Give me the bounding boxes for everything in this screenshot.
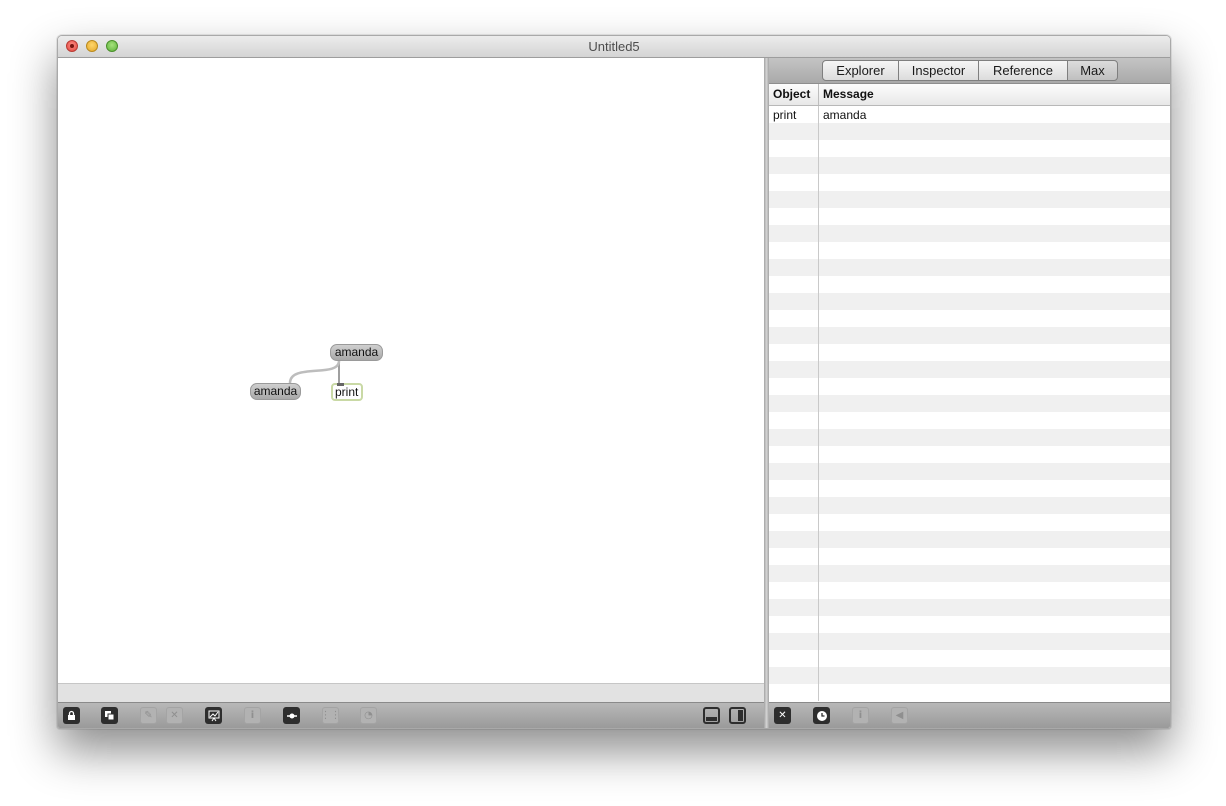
title-bar: Untitled5 — [58, 36, 1170, 58]
tab-explorer[interactable]: Explorer — [822, 60, 899, 81]
patch-cords — [288, 360, 341, 389]
paint-icon[interactable]: ✎ — [140, 707, 157, 724]
patch-cord[interactable] — [288, 360, 341, 384]
object-text: print — [335, 385, 359, 399]
console-row-message: amanda — [823, 108, 867, 122]
object-column-header[interactable]: Object — [773, 87, 810, 101]
lock-icon[interactable] — [63, 707, 80, 724]
info-icon[interactable]: i — [244, 707, 261, 724]
console-list[interactable]: print amanda — [769, 106, 1170, 701]
bottom-panel-icon[interactable] — [703, 707, 720, 724]
console-row-object: print — [773, 108, 797, 122]
clock-icon[interactable] — [813, 707, 830, 724]
window-title: Untitled5 — [588, 39, 640, 54]
sidebar: Explorer Inspector Reference Max Object … — [769, 58, 1170, 728]
grid-icon[interactable]: ⋮⋮ — [321, 707, 341, 724]
canvas-status-bar — [58, 683, 764, 703]
tab-reference[interactable]: Reference — [978, 60, 1068, 81]
patcher-window: Untitled5 amanda amanda print ✎ ✕ i ⋮⋮ ◔… — [57, 35, 1171, 729]
tab-max[interactable]: Max — [1067, 60, 1118, 81]
console-header: Object Message — [769, 84, 1170, 106]
patcher-canvas[interactable]: amanda amanda print — [58, 58, 764, 683]
chart-icon[interactable] — [205, 707, 222, 724]
presentation-icon[interactable] — [101, 707, 118, 724]
sidebar-tabs: Explorer Inspector Reference Max — [769, 58, 1170, 84]
column-divider[interactable] — [818, 84, 819, 105]
console-row[interactable]: print amanda — [769, 106, 1170, 123]
tab-inspector[interactable]: Inspector — [898, 60, 979, 81]
message-box[interactable]: amanda — [250, 383, 301, 400]
patcher-toolbar: ✎ ✕ i ⋮⋮ ◔ — [58, 702, 764, 728]
print-object[interactable]: print — [331, 383, 363, 401]
delete-icon[interactable]: ✕ — [166, 707, 183, 724]
info-icon[interactable]: i — [852, 707, 869, 724]
inlet[interactable] — [337, 383, 344, 386]
clear-icon[interactable]: ✕ — [774, 707, 791, 724]
right-panel-icon[interactable] — [729, 707, 746, 724]
column-divider — [818, 106, 819, 701]
back-arrow-icon[interactable]: ◀ — [891, 707, 908, 724]
clock-icon[interactable]: ◔ — [360, 707, 377, 724]
console-toolbar: ✕ i ◀ — [769, 702, 1170, 728]
message-column-header[interactable]: Message — [823, 87, 874, 101]
slider-icon[interactable] — [283, 707, 300, 724]
message-box[interactable]: amanda — [330, 344, 383, 361]
